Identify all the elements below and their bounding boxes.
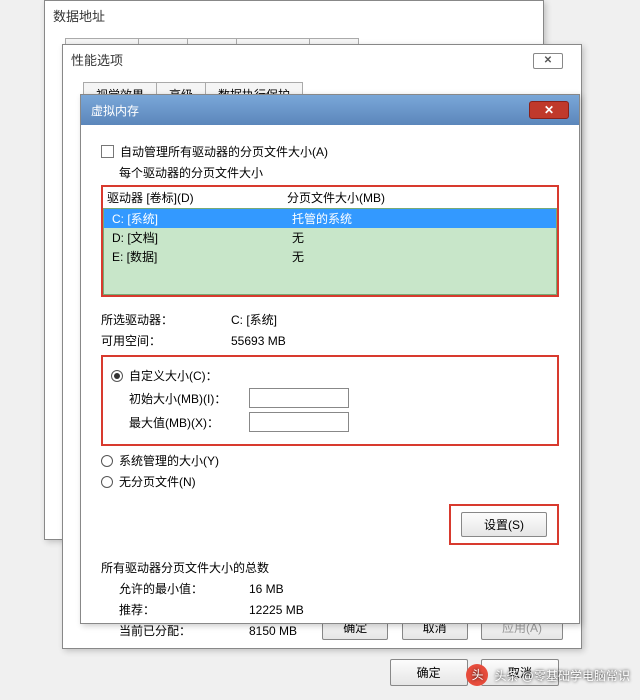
initial-size-label: 初始大小(MB)(I)：	[129, 390, 239, 407]
ok-button[interactable]: 确定	[390, 659, 468, 686]
max-size-row: 最大值(MB)(X)：	[129, 412, 549, 432]
cur-label: 当前已分配：	[119, 622, 249, 639]
drive-volume: D: [文档]	[112, 229, 292, 246]
close-icon[interactable]: ✕	[529, 101, 569, 119]
free-space-value: 55693 MB	[231, 334, 286, 348]
drive-size: 托管的系统	[292, 210, 548, 227]
system-managed-row: 系统管理的大小(Y)	[101, 452, 559, 469]
system-managed-label: 系统管理的大小(Y)	[119, 452, 219, 469]
custom-size-highlight: 自定义大小(C)： 初始大小(MB)(I)： 最大值(MB)(X)：	[101, 355, 559, 446]
initial-size-row: 初始大小(MB)(I)：	[129, 388, 549, 408]
initial-size-input[interactable]	[249, 388, 349, 408]
window-title: 数据地址	[45, 1, 543, 30]
selected-drive-label: 所选驱动器：	[101, 311, 231, 328]
window-title: 性能选项	[63, 45, 581, 74]
watermark-icon: 头	[466, 664, 488, 686]
no-paging-radio[interactable]	[101, 476, 113, 488]
auto-manage-label: 自动管理所有驱动器的分页文件大小(A)	[120, 143, 328, 160]
drive-list[interactable]: C: [系统] 托管的系统 D: [文档] 无 E: [数据] 无	[103, 208, 557, 295]
no-paging-label: 无分页文件(N)	[119, 473, 196, 490]
set-button[interactable]: 设置(S)	[461, 512, 547, 537]
custom-size-label: 自定义大小(C)：	[129, 367, 218, 384]
drive-list-header: 驱动器 [卷标](D) 分页文件大小(MB)	[103, 187, 557, 208]
drive-volume: E: [数据]	[112, 248, 292, 265]
watermark-text: 头条 @零基础学电脑常识	[494, 667, 630, 684]
drive-volume: C: [系统]	[112, 210, 292, 227]
min-value: 16 MB	[249, 582, 349, 596]
totals-header: 所有驱动器分页文件大小的总数	[101, 559, 559, 576]
system-managed-radio[interactable]	[101, 455, 113, 467]
virtual-memory-dialog: 虚拟内存 ✕ 自动管理所有驱动器的分页文件大小(A) 每个驱动器的分页文件大小 …	[80, 94, 580, 624]
rec-value: 12225 MB	[249, 603, 349, 617]
max-size-label: 最大值(MB)(X)：	[129, 414, 239, 431]
titlebar: 虚拟内存 ✕	[81, 95, 579, 125]
each-drive-label: 每个驱动器的分页文件大小	[119, 164, 559, 181]
drive-size: 无	[292, 229, 548, 246]
watermark: 头 头条 @零基础学电脑常识	[466, 664, 630, 686]
cur-value: 8150 MB	[249, 624, 349, 638]
drive-row[interactable]: D: [文档] 无	[104, 228, 556, 247]
close-icon[interactable]: ✕	[533, 53, 563, 69]
min-label: 允许的最小值：	[119, 580, 249, 597]
custom-size-row: 自定义大小(C)：	[111, 367, 549, 384]
max-size-input[interactable]	[249, 412, 349, 432]
rec-label: 推荐：	[119, 601, 249, 618]
selected-drive-info: 所选驱动器：C: [系统] 可用空间：55693 MB	[101, 311, 559, 349]
drive-size: 无	[292, 248, 548, 265]
custom-size-radio[interactable]	[111, 370, 123, 382]
auto-manage-row: 自动管理所有驱动器的分页文件大小(A)	[101, 143, 559, 160]
set-button-highlight: 设置(S)	[449, 504, 559, 545]
drive-row[interactable]: C: [系统] 托管的系统	[104, 209, 556, 228]
drive-list-highlight: 驱动器 [卷标](D) 分页文件大小(MB) C: [系统] 托管的系统 D: …	[101, 185, 559, 297]
header-size: 分页文件大小(MB)	[287, 189, 553, 206]
selected-drive-value: C: [系统]	[231, 311, 277, 328]
drive-row[interactable]: E: [数据] 无	[104, 247, 556, 266]
no-paging-row: 无分页文件(N)	[101, 473, 559, 490]
totals-section: 所有驱动器分页文件大小的总数 允许的最小值：16 MB 推荐：12225 MB …	[101, 559, 559, 639]
free-space-label: 可用空间：	[101, 332, 231, 349]
auto-manage-checkbox[interactable]	[101, 145, 114, 158]
dialog-title: 虚拟内存	[91, 102, 139, 119]
header-drive: 驱动器 [卷标](D)	[107, 189, 287, 206]
